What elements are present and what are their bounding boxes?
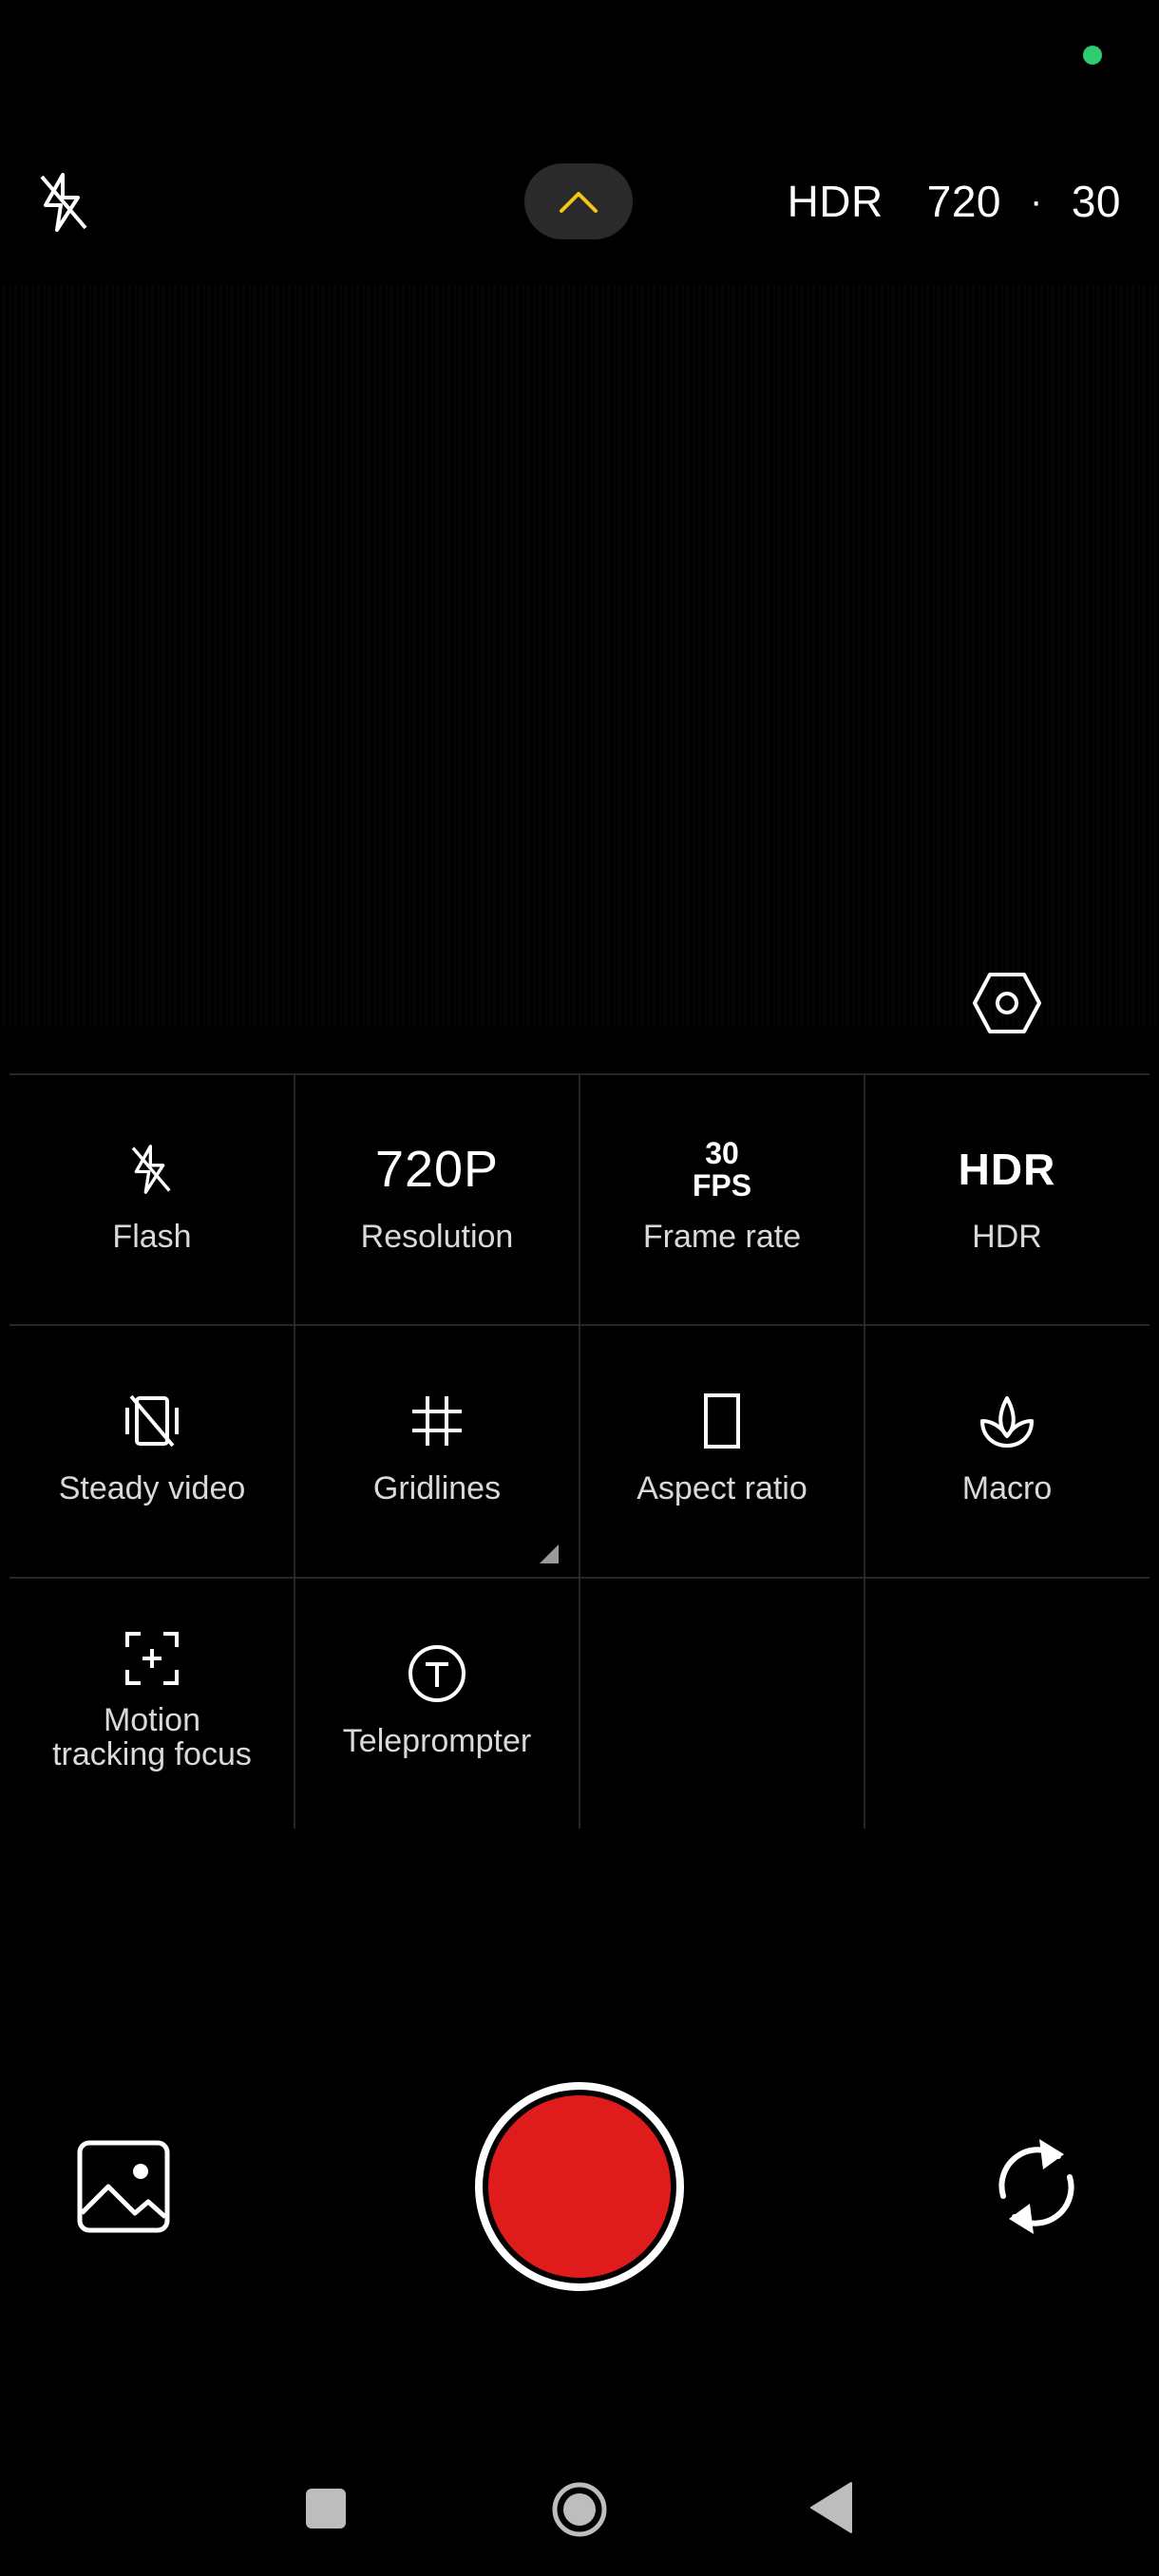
- hdr-setting[interactable]: HDR HDR: [864, 1073, 1150, 1324]
- hdr-status[interactable]: HDR: [788, 176, 884, 227]
- gallery-icon: [77, 2140, 170, 2233]
- gridlines-more-indicator: [540, 1544, 559, 1563]
- resolution-setting[interactable]: 720P Resolution: [294, 1073, 580, 1324]
- fps-number: 30: [705, 1136, 739, 1170]
- switch-camera-icon: [998, 2139, 1074, 2234]
- switch-camera-button[interactable]: [984, 2130, 1089, 2244]
- focus-frame-icon: [125, 1632, 179, 1685]
- nav-recents-button[interactable]: [306, 2489, 346, 2529]
- macro-setting[interactable]: Macro: [864, 1325, 1150, 1576]
- status-separator: ·: [1030, 180, 1043, 222]
- fps-status[interactable]: 30: [1072, 176, 1121, 227]
- teleprompter-icon: [408, 1645, 466, 1702]
- motion-tracking-focus-setting[interactable]: Motion tracking focus: [10, 1578, 294, 1828]
- back-triangle-icon: [810, 2482, 852, 2533]
- flash-label: Flash: [112, 1219, 192, 1255]
- motion-tracking-focus-label: Motion tracking focus: [52, 1702, 252, 1772]
- fps-unit: FPS: [692, 1168, 752, 1203]
- frame-rate-setting[interactable]: 30 FPS Frame rate: [580, 1073, 864, 1324]
- resolution-label: Resolution: [360, 1219, 514, 1255]
- quick-settings-grid: Flash 720P Resolution 30 FPS Frame rate …: [10, 1073, 1150, 1828]
- fps-badge: 30 FPS: [693, 1137, 751, 1202]
- gridlines-setting[interactable]: Gridlines: [294, 1325, 580, 1576]
- macro-label: Macro: [961, 1470, 1053, 1506]
- teleprompter-label: Teleprompter: [342, 1723, 532, 1759]
- aspect-ratio-label: Aspect ratio: [636, 1470, 808, 1506]
- camera-viewfinder[interactable]: [0, 285, 1159, 1026]
- aspect-ratio-icon: [704, 1393, 740, 1449]
- grid-icon: [412, 1396, 462, 1446]
- flash-off-icon: [131, 1145, 171, 1194]
- privacy-indicator-dot: [1083, 46, 1102, 65]
- steady-video-setting[interactable]: Steady video: [10, 1325, 294, 1576]
- gridlines-label: Gridlines: [372, 1470, 502, 1506]
- nav-home-button[interactable]: [551, 2481, 608, 2538]
- hdr-icon: HDR: [958, 1145, 1056, 1194]
- resolution-status[interactable]: 720: [927, 176, 1001, 227]
- record-button-core: [488, 2095, 671, 2278]
- macro-flower-icon: [980, 1396, 1034, 1448]
- home-circle-icon: [552, 2482, 607, 2537]
- flash-setting[interactable]: Flash: [10, 1073, 294, 1324]
- teleprompter-setting[interactable]: Teleprompter: [294, 1578, 580, 1828]
- resolution-value: 720P: [374, 1141, 500, 1198]
- steady-video-off-icon: [125, 1394, 179, 1448]
- frame-rate-label: Frame rate: [642, 1219, 802, 1255]
- hdr-label: HDR: [972, 1219, 1042, 1255]
- collapse-settings-button[interactable]: [524, 163, 633, 239]
- aspect-ratio-setting[interactable]: Aspect ratio: [580, 1325, 864, 1576]
- top-status-group: HDR 720 · 30: [788, 173, 1121, 230]
- steady-video-label: Steady video: [58, 1470, 246, 1506]
- settings-button[interactable]: [971, 967, 1043, 1039]
- nav-back-button[interactable]: [809, 2481, 853, 2534]
- record-button[interactable]: [475, 2082, 684, 2291]
- flash-off-icon: [40, 173, 87, 232]
- settings-hexagon-icon: [973, 973, 1041, 1033]
- chevron-up-icon: [560, 192, 598, 213]
- gallery-thumbnail-button[interactable]: [76, 2139, 171, 2234]
- flash-off-button[interactable]: [36, 169, 93, 236]
